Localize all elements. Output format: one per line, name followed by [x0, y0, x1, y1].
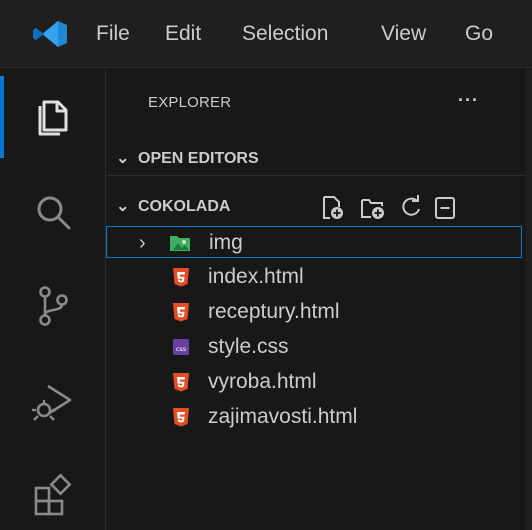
- folder-label: COKOLADA: [138, 198, 231, 215]
- more-actions-button[interactable]: ···: [458, 90, 479, 111]
- section-divider: [106, 175, 532, 176]
- editor-edge: [526, 68, 532, 530]
- collapse-all-icon[interactable]: [432, 194, 458, 222]
- tree-item-vyroba-html[interactable]: vyroba.html: [106, 366, 528, 398]
- explorer-title: EXPLORER: [148, 94, 232, 111]
- tree-item-style-css[interactable]: css style.css: [106, 331, 528, 363]
- open-editors-header[interactable]: ⌄ OPEN EDITORS: [116, 144, 259, 174]
- chevron-down-icon: ⌄: [116, 150, 130, 167]
- tree-item-label: zajimavosti.html: [208, 405, 358, 428]
- open-editors-label: OPEN EDITORS: [138, 150, 259, 167]
- new-file-icon[interactable]: [320, 194, 346, 222]
- tree-item-label: vyroba.html: [208, 370, 317, 393]
- extensions-icon[interactable]: [28, 468, 78, 518]
- vscode-logo-icon: [33, 21, 67, 47]
- refresh-icon[interactable]: [398, 194, 424, 222]
- tree-item-zajimavosti-html[interactable]: zajimavosti.html: [106, 401, 528, 433]
- source-control-icon[interactable]: [28, 280, 78, 330]
- menu-view[interactable]: View: [381, 18, 426, 50]
- html-icon: [173, 268, 189, 287]
- tree-item-label: index.html: [208, 265, 304, 288]
- chevron-down-icon: ⌄: [116, 198, 130, 215]
- chevron-right-icon: ›: [139, 232, 146, 254]
- html-icon: [173, 373, 189, 392]
- menu-file[interactable]: File: [96, 18, 130, 50]
- html-icon: [173, 408, 189, 427]
- svg-text:css: css: [176, 345, 187, 353]
- explorer-icon[interactable]: [28, 90, 78, 140]
- tree-item-receptury-html[interactable]: receptury.html: [106, 296, 528, 328]
- menu-edit[interactable]: Edit: [165, 18, 201, 50]
- folder-header[interactable]: ⌄ COKOLADA: [116, 192, 230, 222]
- tree-item-label: receptury.html: [208, 300, 340, 323]
- html-icon: [173, 303, 189, 322]
- menu-selection[interactable]: Selection: [242, 18, 328, 50]
- explorer-sidebar: EXPLORER ··· ⌄ OPEN EDITORS ⌄ COKOLADA › i…: [106, 68, 532, 530]
- tree-item-img-folder[interactable]: › img: [106, 226, 522, 258]
- css-icon: css: [173, 339, 189, 355]
- search-icon[interactable]: [28, 189, 78, 239]
- title-bar: File Edit Selection View Go: [0, 0, 532, 68]
- new-folder-icon[interactable]: [360, 194, 386, 222]
- tree-item-label: img: [209, 231, 243, 254]
- active-indicator: [0, 76, 4, 158]
- activity-bar: [0, 68, 106, 530]
- run-debug-icon[interactable]: [28, 376, 78, 426]
- tree-item-label: style.css: [208, 335, 289, 358]
- tree-item-index-html[interactable]: index.html: [106, 261, 528, 293]
- menu-go[interactable]: Go: [465, 18, 493, 50]
- image-folder-icon: [170, 236, 190, 251]
